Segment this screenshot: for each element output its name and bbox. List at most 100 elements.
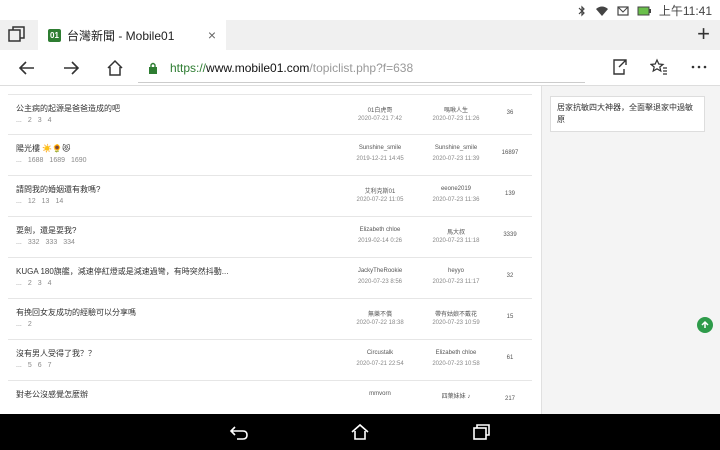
topic-author-date: 2020-07-22 11:05 (356, 197, 404, 203)
topic-title[interactable]: 對老公沒感覺怎麼辦 (16, 389, 88, 400)
topic-author[interactable]: Elizabeth chloe (340, 227, 420, 233)
mobile01-favicon-icon: 01 (48, 28, 61, 42)
topic-author[interactable]: 艾利克斯01 (340, 186, 420, 195)
topic-author[interactable]: mmvorn (340, 391, 420, 397)
topic-title[interactable]: KUGA 180旗艦，減速停紅燈或是減速過彎，有時突然抖動... (16, 266, 228, 277)
system-home-button[interactable] (349, 422, 371, 442)
topic-title[interactable]: 請問我的婚姻還有救嗎? (16, 184, 100, 195)
page-link[interactable]: 1690 (71, 157, 87, 164)
status-bar: 上午11:41 (0, 0, 720, 20)
page-link[interactable]: 7 (48, 362, 52, 369)
system-back-icon (229, 426, 248, 440)
page-link[interactable]: 1688 (28, 157, 44, 164)
page-link[interactable]: 14 (55, 198, 63, 205)
topic-last-user[interactable]: Sunshine_smile (416, 145, 496, 151)
topic-last-user[interactable]: 馬大叔 (416, 227, 496, 236)
sidebar-ad-card[interactable]: 居家抗敏四大神器，全面擊退家中過敏原 (550, 96, 705, 132)
browser-actions (610, 57, 708, 77)
status-icons: 上午11:41 (577, 2, 712, 19)
topic-row[interactable]: 有挽回女友成功的經驗可以分享嗎 ... 2 無樂不償 2020-07-22 18:… (8, 299, 532, 340)
forward-arrow-icon (64, 61, 80, 75)
page-link[interactable]: ... (16, 362, 22, 369)
scroll-top-button[interactable] (697, 317, 713, 333)
page-content: 公主病的起源是爸爸造成的吧 ... 2 3 4 01白虎哥 2020-07-21 7:… (0, 86, 720, 414)
topic-reply-count: 139 (504, 191, 515, 197)
page-link[interactable]: 2 (28, 117, 32, 124)
system-recents-button[interactable] (470, 422, 492, 442)
topic-last-user[interactable]: Elizabeth chloe (416, 350, 496, 356)
tabs-icon (8, 26, 25, 42)
page-link[interactable]: 6 (38, 362, 42, 369)
page-link[interactable]: 1689 (49, 157, 65, 164)
page-link[interactable]: 5 (28, 362, 32, 369)
topic-pages: ... 2 3 4 (16, 117, 58, 124)
topic-title[interactable]: 有挽回女友成功的經驗可以分享嗎 (16, 307, 136, 318)
page-link[interactable]: 4 (48, 117, 52, 124)
system-home-icon (351, 423, 369, 440)
topic-row[interactable]: 陽光樓 ☀️🌻😻 ... 1688 1689 1690 Sunshine_smile … (8, 135, 532, 176)
topic-author[interactable]: 01白虎哥 (340, 105, 420, 114)
page-link[interactable]: 334 (63, 239, 75, 246)
topic-row[interactable]: 耍劍，還是耍我? ... 332 333 334 Elizabeth chloe 20… (8, 217, 532, 258)
favorites-icon[interactable] (650, 57, 668, 77)
topic-author[interactable]: 無樂不償 (340, 309, 420, 318)
topic-row[interactable]: 請問我的婚姻還有救嗎? ... 12 13 14 艾利克斯01 2020-07-22 … (8, 176, 532, 217)
email-icon (617, 5, 629, 16)
home-button[interactable] (104, 57, 126, 79)
page-link[interactable]: ... (16, 239, 22, 246)
topic-last-user[interactable]: eeone2019 (416, 186, 496, 192)
page-link[interactable]: 4 (48, 280, 52, 287)
topic-author[interactable]: Sunshine_smile (340, 145, 420, 151)
page-link[interactable]: ... (16, 321, 22, 328)
topic-row[interactable]: 沒有男人受得了我？？ ... 5 6 7 Circustalk 2020-07-21 … (8, 340, 532, 381)
topic-title[interactable]: 陽光樓 ☀️🌻😻 (16, 143, 70, 154)
topic-author-date: 2019-02-14 0:26 (357, 238, 403, 244)
page-link[interactable]: ... (16, 117, 22, 124)
page-link[interactable]: 2 (28, 321, 32, 328)
system-back-button[interactable] (228, 422, 250, 442)
topic-last-user[interactable]: 帶有姑娘不戴花 (416, 309, 496, 318)
forward-button[interactable] (60, 57, 82, 79)
topic-author[interactable]: JackyTheRookie (340, 268, 420, 274)
address-bar: https://www.mobile01.com/topiclist.php?f… (0, 50, 720, 86)
page-link[interactable]: 2 (28, 280, 32, 287)
topic-title[interactable]: 沒有男人受得了我？？ (16, 348, 96, 359)
url-field[interactable]: https://www.mobile01.com/topiclist.php?f… (138, 53, 585, 83)
page-link[interactable]: 3 (38, 280, 42, 287)
more-menu-icon[interactable] (690, 57, 708, 77)
new-tab-button[interactable]: + (697, 23, 710, 45)
topic-author-date: 2020-07-21 7:42 (357, 116, 403, 122)
topic-last-user[interactable]: 嗎啾人生 (416, 105, 496, 114)
topic-last-user[interactable]: 四葉妹妹 ♪ (416, 391, 496, 400)
tab-close-button[interactable]: × (208, 27, 216, 43)
topic-last-date: 2020-07-23 11:39 (432, 156, 480, 162)
page-link[interactable]: ... (16, 157, 22, 164)
tab-title: 台灣新聞 - Mobile01 (67, 28, 175, 43)
page-link[interactable]: 13 (42, 198, 50, 205)
page-link[interactable]: 12 (28, 198, 36, 205)
topic-title[interactable]: 耍劍，還是耍我? (16, 225, 76, 236)
topic-pages: ... 332 333 334 (16, 239, 81, 246)
topic-last-user[interactable]: heyyo (416, 268, 496, 274)
topic-row[interactable]: 公主病的起源是爸爸造成的吧 ... 2 3 4 01白虎哥 2020-07-21 7:… (8, 94, 532, 135)
page-link[interactable]: ... (16, 280, 22, 287)
tab-active[interactable]: 01 台灣新聞 - Mobile01 × (38, 20, 226, 50)
share-icon[interactable] (610, 57, 628, 77)
topic-author[interactable]: Circustalk (340, 350, 420, 356)
page-link[interactable]: 332 (28, 239, 40, 246)
topic-pages: ... 2 (16, 321, 38, 328)
battery-icon (637, 6, 651, 15)
page-link[interactable]: 333 (46, 239, 58, 246)
page-link[interactable]: 3 (38, 117, 42, 124)
topic-reply-count: 15 (506, 314, 514, 320)
back-button[interactable] (16, 57, 38, 79)
page-link[interactable]: ... (16, 198, 22, 205)
topic-author-date: 2020-07-22 18:38 (356, 320, 404, 326)
arrow-up-icon (701, 320, 709, 328)
topic-last-date: 2020-07-23 10:58 (432, 361, 480, 367)
topic-row[interactable]: KUGA 180旗艦，減速停紅燈或是減速過彎，有時突然抖動... ... 2 3 4 … (8, 258, 532, 299)
tabs-overview-button[interactable] (6, 24, 28, 46)
topic-row[interactable]: 對老公沒感覺怎麼辦 mmvorn 四葉妹妹 ♪ 217 (8, 381, 532, 414)
topic-title[interactable]: 公主病的起源是爸爸造成的吧 (16, 103, 120, 114)
topic-last-date: 2020-07-23 11:26 (432, 116, 480, 122)
